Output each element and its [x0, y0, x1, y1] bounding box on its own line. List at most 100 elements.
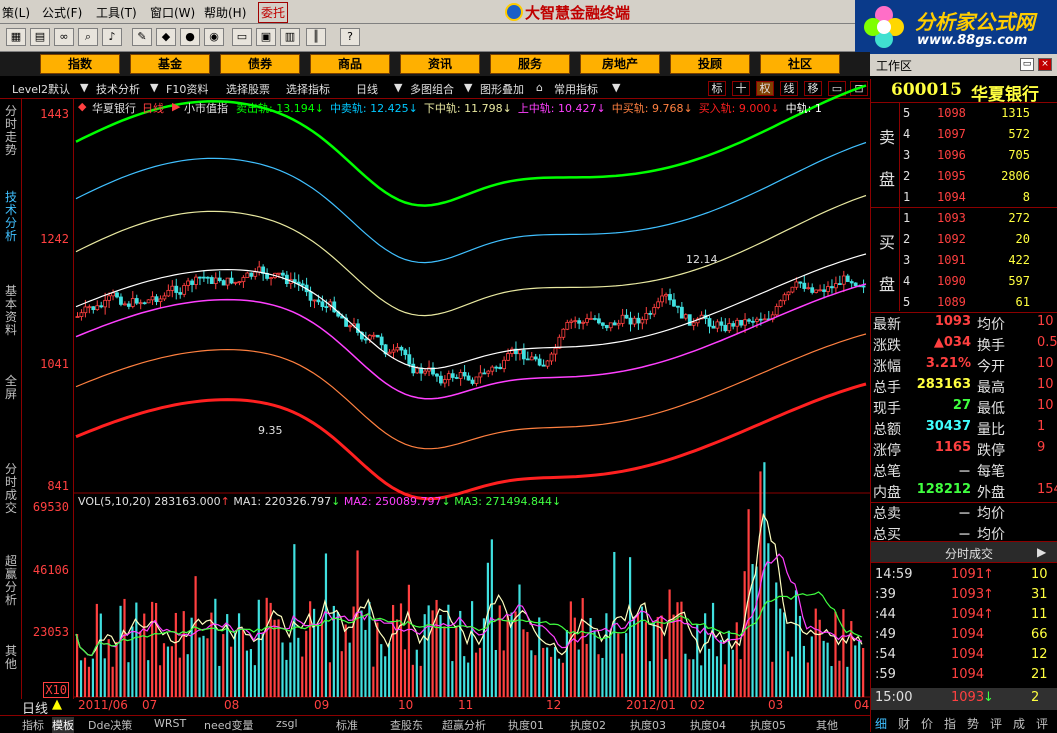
- right-tab[interactable]: 势: [967, 715, 979, 732]
- candle-body: [83, 306, 88, 314]
- candle-body: [806, 287, 811, 290]
- candle-body: [482, 372, 487, 375]
- site-logo: 分析家公式网 www.88gs.com: [855, 0, 1057, 54]
- bottom-tab[interactable]: 执度03: [630, 717, 666, 733]
- right-bottom-tabs: 细财价指势评成评: [871, 713, 1057, 732]
- expand-arrow-icon[interactable]: ▶: [1037, 545, 1046, 559]
- volume-bar: [842, 609, 845, 697]
- bottom-tab[interactable]: 指标: [22, 717, 44, 733]
- bottom-tab[interactable]: zsgl: [276, 717, 298, 730]
- triangle-icon[interactable]: ▲: [52, 697, 62, 712]
- candle-body: [407, 354, 412, 365]
- volume-bar: [846, 666, 849, 697]
- candle-body: [316, 299, 321, 303]
- channel-line: [75, 194, 867, 317]
- candle-body: [644, 312, 649, 321]
- bottom-tab[interactable]: need变量: [204, 717, 254, 733]
- candle-body: [415, 367, 420, 374]
- right-tab[interactable]: 价: [921, 715, 933, 732]
- bottom-tab[interactable]: Dde决策: [88, 717, 132, 733]
- volume-bar: [324, 553, 328, 697]
- volume-bar: [593, 631, 596, 697]
- candle-body: [194, 276, 198, 285]
- volume-bar: [135, 602, 138, 697]
- brand-text: 分析家公式网: [915, 10, 1035, 34]
- x-tick: 12: [546, 698, 562, 712]
- candle-body: [454, 377, 459, 379]
- right-tab[interactable]: 评: [990, 715, 1002, 732]
- trades-header[interactable]: 分时成交 ▶: [871, 541, 1057, 563]
- volume-bar: [625, 633, 628, 697]
- candle-body: [676, 305, 680, 308]
- candle-body: [794, 281, 799, 288]
- candle-body: [691, 322, 696, 326]
- candle-body: [245, 272, 250, 278]
- bottom-tab[interactable]: 查股东: [390, 717, 423, 733]
- bottom-tab[interactable]: 超赢分析: [442, 717, 486, 733]
- volume-bar: [672, 614, 675, 697]
- restore-icon[interactable]: ▭: [1020, 58, 1034, 71]
- candle-body: [751, 320, 755, 323]
- legend-item: 卖出轨: 13.194↓: [236, 102, 324, 115]
- candle-body: [205, 276, 210, 279]
- order-row[interactable]: 2 1092 20: [871, 229, 1057, 250]
- candle-body: [755, 318, 759, 322]
- volume-bar: [83, 657, 87, 697]
- volume-bar: [155, 602, 158, 697]
- volume-bar: [858, 640, 861, 697]
- candle-body: [747, 319, 751, 322]
- bottom-tab[interactable]: 执度02: [570, 717, 606, 733]
- volume-bar: [542, 647, 545, 697]
- right-tab[interactable]: 成: [1013, 715, 1025, 732]
- order-row[interactable]: 4 1090 597: [871, 271, 1057, 292]
- volume-bar: [755, 566, 758, 697]
- bottom-tab[interactable]: 执度05: [750, 717, 786, 733]
- collapse-icon[interactable]: ◆: [78, 100, 86, 113]
- bottom-tab[interactable]: 执度01: [508, 717, 544, 733]
- order-row[interactable]: 5 1089 61: [871, 292, 1057, 313]
- candle-body: [573, 320, 578, 323]
- volume-bar: [230, 646, 233, 697]
- candle-body: [624, 314, 629, 319]
- ma3-value: 271494.844: [485, 495, 552, 508]
- bottom-tab[interactable]: 标准: [336, 717, 358, 733]
- candle-body: [782, 294, 787, 302]
- bottom-tab[interactable]: 模板: [52, 717, 74, 733]
- close-icon[interactable]: ×: [1038, 58, 1052, 71]
- volume-bar: [621, 653, 624, 697]
- candle-body: [762, 318, 767, 321]
- candle-body: [166, 289, 171, 297]
- volume-bar: [170, 646, 173, 697]
- volume-bar: [569, 601, 572, 697]
- bottom-tab[interactable]: WRST: [154, 717, 186, 730]
- volume-bar: [447, 604, 450, 697]
- right-tab[interactable]: 评: [1036, 715, 1048, 732]
- candle-body: [178, 292, 183, 295]
- volume-bar: [419, 665, 422, 697]
- right-tab[interactable]: 财: [898, 715, 910, 732]
- candle-body: [790, 286, 795, 293]
- candle-body: [399, 346, 404, 351]
- volume-bar: [688, 659, 691, 697]
- bottom-tab[interactable]: 执度04: [690, 717, 726, 733]
- bottom-tab[interactable]: 其他: [816, 717, 838, 733]
- volume-bar: [494, 649, 497, 697]
- legend-item: 中轨: 1: [785, 102, 822, 115]
- volume-bar: [384, 656, 387, 697]
- volume-bar: [273, 619, 276, 697]
- volume-bar: [692, 659, 695, 697]
- order-row[interactable]: 1 1093 272: [871, 208, 1057, 229]
- workarea-label[interactable]: 工作区: [876, 57, 912, 74]
- candle-body: [557, 336, 562, 349]
- volume-bar: [222, 634, 225, 697]
- candle-body: [735, 319, 740, 327]
- quote-row: 总笔 － 每笔: [873, 464, 1005, 480]
- volume-bar: [178, 657, 181, 697]
- candle-body: [280, 272, 285, 276]
- right-tab[interactable]: 细: [875, 715, 887, 732]
- volume-bar: [158, 665, 162, 697]
- candle-body: [533, 356, 538, 360]
- order-row[interactable]: 3 1091 422: [871, 250, 1057, 271]
- right-tab[interactable]: 指: [944, 715, 956, 732]
- volume-bar: [79, 660, 83, 697]
